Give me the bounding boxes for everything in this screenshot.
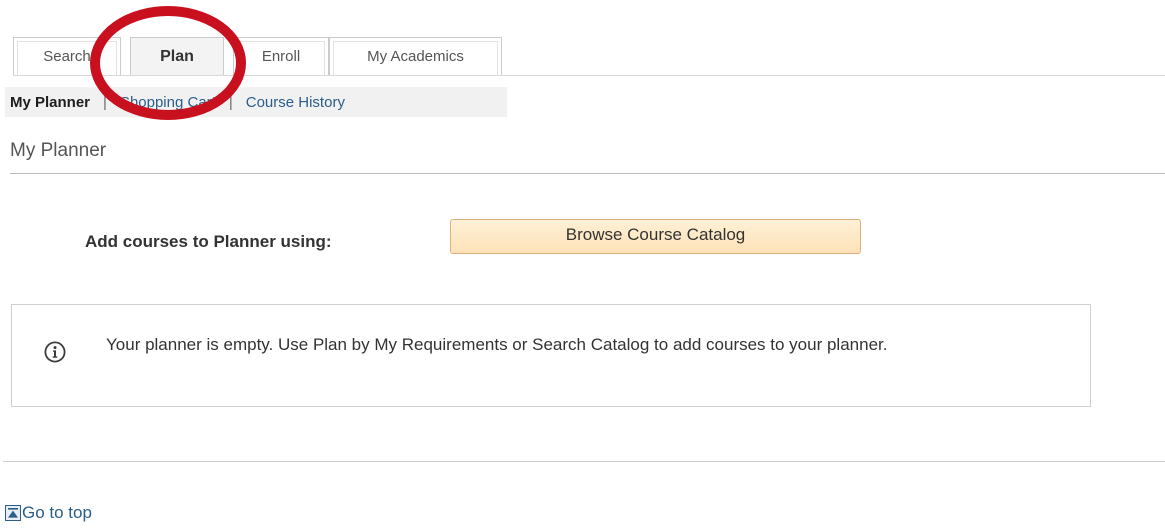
tab-plan[interactable]: Plan — [130, 37, 224, 75]
title-divider — [10, 173, 1165, 174]
go-to-top-label: Go to top — [22, 503, 92, 522]
tab-enroll-label: Enroll — [261, 48, 301, 65]
subnav-course-history[interactable]: Course History — [246, 94, 345, 111]
info-message-box: Your planner is empty. Use Plan by My Re… — [11, 304, 1091, 407]
add-courses-label: Add courses to Planner using: — [85, 232, 332, 251]
go-to-top-link[interactable]: Go to top — [5, 503, 92, 523]
tab-my-academics[interactable]: My Academics — [329, 37, 502, 75]
arrow-up-to-bar-icon — [5, 505, 21, 521]
tab-my-academics-label: My Academics — [367, 48, 464, 65]
sub-navigation: My Planner | Shopping Cart | Course Hist… — [5, 87, 507, 117]
subnav-my-planner: My Planner — [10, 93, 91, 111]
student-center-page: Search Plan Enroll My Academics My Plann… — [0, 0, 1165, 529]
tab-plan-label: Plan — [160, 47, 194, 65]
footer-divider — [3, 461, 1165, 462]
tab-divider — [13, 75, 1165, 76]
info-icon — [44, 341, 66, 363]
subnav-separator: | — [228, 93, 233, 111]
info-message-text: Your planner is empty. Use Plan by My Re… — [106, 335, 888, 354]
subnav-separator: | — [103, 93, 107, 111]
subnav-shopping-cart[interactable]: Shopping Cart — [120, 94, 216, 111]
tab-search-label: Search — [43, 48, 91, 65]
tab-search[interactable]: Search — [13, 37, 121, 75]
tab-enroll[interactable]: Enroll — [233, 37, 329, 75]
browse-course-catalog-button[interactable]: Browse Course Catalog — [450, 219, 861, 254]
browse-course-catalog-button-label: Browse Course Catalog — [565, 224, 746, 244]
page-title: My Planner — [10, 140, 107, 161]
